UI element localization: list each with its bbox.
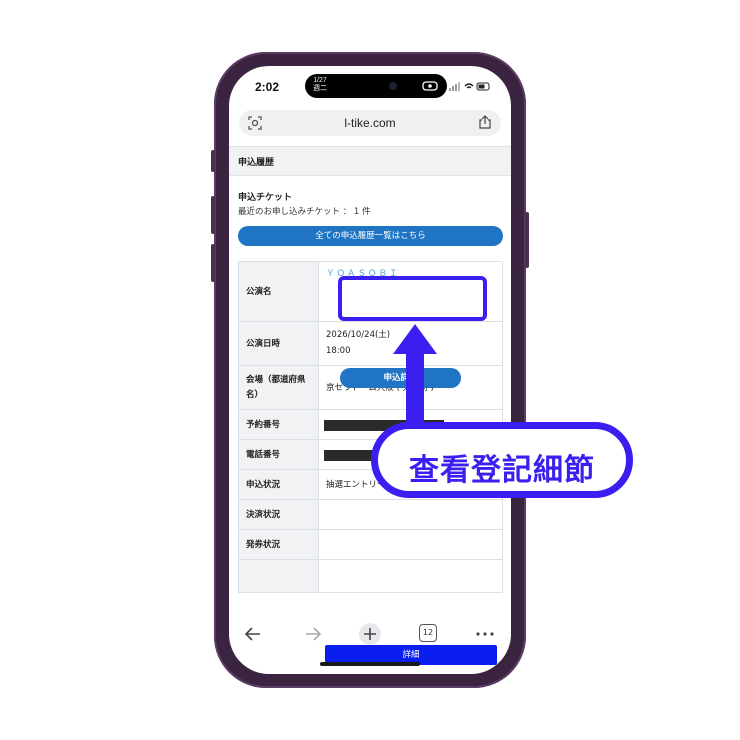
power-button — [525, 212, 529, 268]
row-date: 公演日時 2026/10/24(土) 18:00 — [239, 322, 502, 366]
back-arrow-icon[interactable] — [241, 622, 265, 646]
volume-up-button — [211, 196, 215, 234]
ticket-heading: 申込チケット — [238, 193, 293, 203]
section-header: 申込履歴 — [229, 146, 511, 176]
more-menu-icon[interactable] — [473, 622, 497, 646]
performance-label: 公演名 — [246, 287, 272, 297]
payment-label: 決済状況 — [246, 510, 281, 520]
issue-label: 発券状況 — [246, 540, 281, 550]
label-cell: 決済状況 — [239, 500, 319, 529]
forward-arrow-icon[interactable] — [301, 622, 325, 646]
volume-down-button — [211, 244, 215, 282]
status-time: 2:02 — [255, 80, 280, 94]
row-detail — [239, 560, 502, 592]
tab-switcher-icon[interactable]: 12 — [419, 624, 437, 642]
phone-screen: 2:02 1/27 週二 l-tike.com 申込履歴 申込チケット 最近のお… — [229, 66, 511, 674]
label-cell — [239, 560, 319, 592]
venue-label-line2: 名） — [246, 390, 264, 400]
island-date-day: 1/27 — [313, 77, 327, 84]
dynamic-island: 1/27 週二 — [305, 74, 447, 98]
browser-toolbar: 12 — [229, 614, 511, 654]
screen-record-icon — [422, 81, 438, 91]
recent-count-text: 最近のお申し込みチケット ： 1 件 — [238, 207, 371, 217]
label-cell: 申込状況 — [239, 470, 319, 499]
section-title: 申込履歴 — [238, 158, 275, 168]
all-history-button[interactable]: 全ての申込履歴一覧はこちら — [238, 226, 503, 246]
row-payment: 決済状況 — [239, 500, 502, 530]
address-bar[interactable]: l-tike.com — [239, 110, 501, 136]
time-value: 18:00 — [326, 346, 351, 356]
label-cell: 発券状況 — [239, 530, 319, 559]
label-cell: 公演名 — [239, 262, 319, 321]
stage: 2:02 1/27 週二 l-tike.com 申込履歴 申込チケット 最近のお… — [0, 0, 740, 740]
label-cell: 電話番号 — [239, 440, 319, 469]
reservation-label: 予約番号 — [246, 420, 281, 430]
annotation-callout: 查看登記細節 — [371, 422, 633, 498]
new-tab-plus-icon[interactable] — [358, 622, 382, 646]
signal-battery-icon — [449, 82, 490, 91]
venue-label-line1: 会場（都道府県 — [246, 375, 306, 385]
url-text[interactable]: l-tike.com — [239, 116, 501, 130]
island-date: 1/27 週二 — [313, 77, 327, 93]
callout-text: 查看登記細節 — [409, 453, 595, 488]
home-indicator — [320, 662, 420, 666]
phone-label: 電話番号 — [246, 450, 281, 460]
island-date-weekday: 週二 — [313, 85, 327, 92]
date-label: 公演日時 — [246, 339, 281, 349]
tab-count: 12 — [422, 628, 434, 637]
label-cell: 公演日時 — [239, 322, 319, 365]
status-bar: 2:02 1/27 週二 — [229, 66, 511, 108]
camera-dot-icon — [389, 82, 397, 90]
label-cell: 予約番号 — [239, 410, 319, 439]
status-label: 申込状況 — [246, 480, 281, 490]
share-icon[interactable] — [477, 114, 493, 130]
row-issue: 発券状況 — [239, 530, 502, 560]
label-cell: 会場（都道府県 名） — [239, 366, 319, 409]
date-value: 2026/10/24(土) — [326, 330, 391, 340]
highlight-box — [338, 276, 487, 321]
silent-switch — [211, 150, 215, 172]
